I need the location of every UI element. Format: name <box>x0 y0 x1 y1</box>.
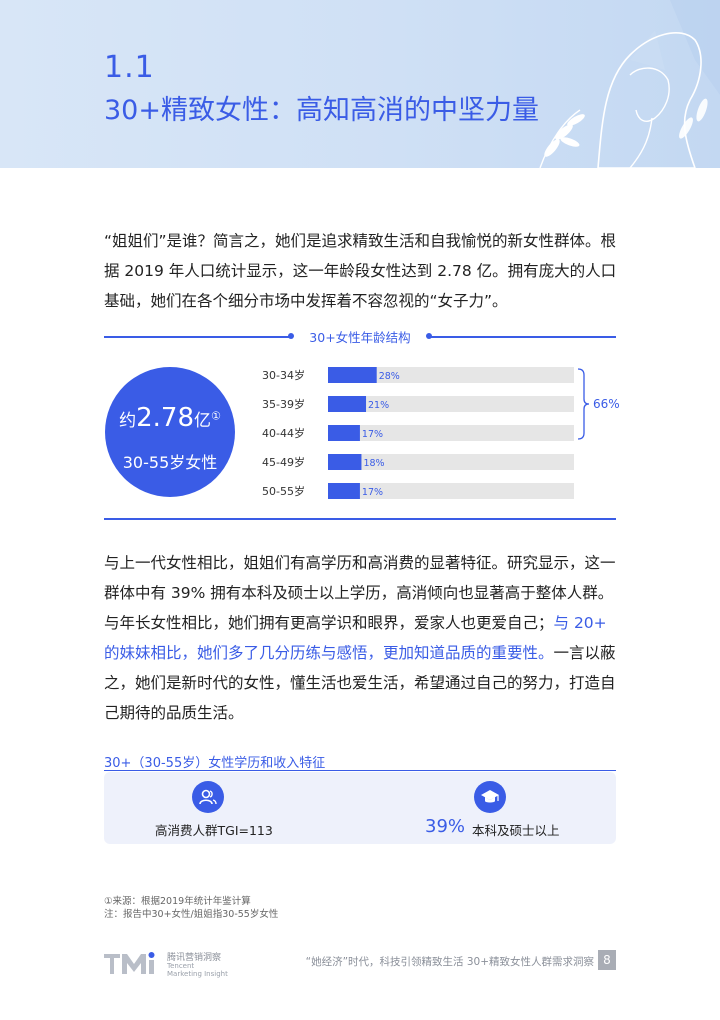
people-icon <box>192 781 224 813</box>
education-label: 本科及硕士以上 <box>472 823 560 838</box>
chart-title: 30+女性年龄结构 <box>296 327 424 346</box>
chart-top-line-right <box>430 336 616 338</box>
bar <box>328 454 362 470</box>
age-label: 35-39岁 <box>262 397 305 411</box>
footnote-note: 注：报告中30+女性/姐姐指30-55岁女性 <box>104 909 279 920</box>
population-number: 2.78 <box>136 403 194 433</box>
age-structure-bar-chart: 30-34岁 28% 35-39岁 21% 40-44岁 17% 45-49岁 18% 50-5… <box>262 367 620 499</box>
logo-english-line1: Tencent <box>167 962 195 970</box>
footnote-marker: ① <box>211 409 221 423</box>
page-number: 8 <box>598 950 616 970</box>
features-title: 30+（30-55岁）女性学历和收入特征 <box>104 756 326 771</box>
features-divider <box>104 770 616 771</box>
age-label: 50-55岁 <box>262 484 305 498</box>
section-number: 1.1 <box>104 50 155 85</box>
population-value: 约2.78亿① <box>105 403 235 433</box>
population-circle: 约2.78亿① 30-55岁女性 <box>105 367 235 497</box>
population-unit: 亿 <box>194 411 211 431</box>
age-label: 40-44岁 <box>262 426 305 440</box>
high-consumption-label: 高消费人群TGI=113 <box>155 823 273 838</box>
woman-silhouette-illustration <box>539 0 720 168</box>
graduation-cap-icon <box>474 781 506 813</box>
bar <box>328 483 360 499</box>
logo-english: Tencent Marketing Insight <box>167 962 228 978</box>
education-percent: 39% <box>425 816 466 837</box>
bar <box>328 367 377 383</box>
population-prefix: 约 <box>119 411 137 431</box>
chart-bottom-line <box>104 518 616 520</box>
bar-value-label: 28% <box>379 371 400 382</box>
education-text-1: 与上一代女性相比，姐姐们有高学历和高消费的显著特征。研究显示，这一群体中有 39… <box>104 554 616 632</box>
bracket-label: 66% <box>593 397 620 411</box>
age-label: 30-34岁 <box>262 368 305 382</box>
header-banner: 1.1 30+精致女性：高知高消的中坚力量 <box>0 0 720 168</box>
bar <box>328 425 360 441</box>
section-title: 30+精致女性：高知高消的中坚力量 <box>104 95 539 126</box>
bar <box>328 396 367 412</box>
tmi-logo <box>104 952 155 974</box>
chart-top-dot-left <box>288 333 294 339</box>
bar-value-label: 17% <box>362 487 383 498</box>
education-paragraph: 与上一代女性相比，姐姐们有高学历和高消费的显著特征。研究显示，这一群体中有 39… <box>104 548 620 728</box>
bar-value-label: 21% <box>368 400 389 411</box>
intro-paragraph: “姐姐们”是谁？简言之，她们是追求精致生活和自我愉悦的新女性群体。根据 2019… <box>104 232 617 310</box>
bracket <box>577 368 590 440</box>
bar-value-label: 18% <box>363 458 384 469</box>
bar-value-label: 17% <box>362 429 383 440</box>
age-label: 45-49岁 <box>262 455 305 469</box>
logo-english-line2: Marketing Insight <box>167 970 228 978</box>
footnote-source: ①来源：根据2019年统计年鉴计算 <box>104 896 251 907</box>
population-subtitle: 30-55岁女性 <box>122 453 218 472</box>
chart-top-line-left <box>104 336 290 338</box>
footer-report-title: “她经济”时代，科技引领精致生活 30+精致女性人群需求洞察 <box>305 956 594 968</box>
